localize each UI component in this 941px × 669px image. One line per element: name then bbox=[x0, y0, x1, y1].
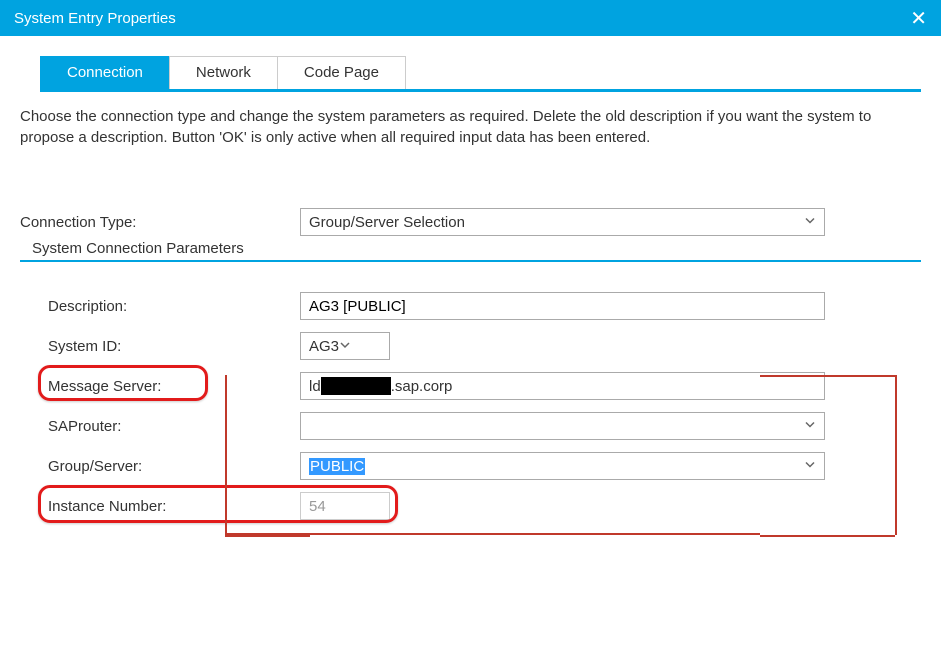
label-instance-number: Instance Number: bbox=[48, 498, 300, 515]
redacted-block bbox=[321, 377, 391, 395]
instructions-text: Choose the connection type and change th… bbox=[20, 106, 921, 148]
connection-type-dropdown[interactable]: Group/Server Selection bbox=[300, 208, 825, 236]
chevron-down-icon bbox=[804, 458, 816, 475]
form-area: Connection Type: Group/Server Selection … bbox=[20, 208, 921, 520]
row-system-id: System ID: AG3 bbox=[48, 332, 901, 360]
bracket-annotation bbox=[225, 535, 310, 537]
label-group-server: Group/Server: bbox=[48, 458, 300, 475]
tab-connection[interactable]: Connection bbox=[40, 56, 170, 89]
row-description: Description: bbox=[48, 292, 901, 320]
saprouter-dropdown[interactable] bbox=[300, 412, 825, 440]
system-id-value: AG3 bbox=[309, 338, 339, 355]
description-input[interactable] bbox=[300, 292, 825, 320]
instance-number-input bbox=[300, 492, 390, 520]
tab-network[interactable]: Network bbox=[169, 56, 278, 89]
tab-codepage[interactable]: Code Page bbox=[277, 56, 406, 89]
label-connection-type: Connection Type: bbox=[20, 214, 300, 231]
chevron-down-icon bbox=[804, 214, 816, 231]
content-area: Connection Network Code Page Choose the … bbox=[0, 36, 941, 520]
row-saprouter: SAProuter: bbox=[48, 412, 901, 440]
connection-type-value: Group/Server Selection bbox=[309, 214, 465, 231]
tab-strip: Connection Network Code Page bbox=[40, 56, 921, 92]
message-server-prefix: ld bbox=[309, 378, 321, 395]
system-connection-parameters-group: Description: System ID: AG3 Message Serv… bbox=[20, 260, 921, 520]
window-title: System Entry Properties bbox=[14, 10, 176, 27]
groupbox-title: System Connection Parameters bbox=[28, 238, 248, 259]
message-server-input[interactable]: ld .sap.corp bbox=[300, 372, 825, 400]
group-server-value: PUBLIC bbox=[309, 458, 365, 475]
label-saprouter: SAProuter: bbox=[48, 418, 300, 435]
chevron-down-icon bbox=[804, 418, 816, 435]
close-icon[interactable]: ✕ bbox=[910, 6, 927, 31]
row-instance-number: Instance Number: bbox=[48, 492, 901, 520]
bracket-annotation bbox=[760, 535, 895, 537]
label-system-id: System ID: bbox=[48, 338, 300, 355]
row-connection-type: Connection Type: Group/Server Selection bbox=[20, 208, 921, 236]
message-server-suffix: .sap.corp bbox=[391, 378, 453, 395]
label-message-server: Message Server: bbox=[48, 378, 300, 395]
group-server-dropdown[interactable]: PUBLIC bbox=[300, 452, 825, 480]
row-group-server: Group/Server: PUBLIC bbox=[48, 452, 901, 480]
chevron-down-icon bbox=[339, 338, 351, 355]
row-message-server: Message Server: ld .sap.corp bbox=[48, 372, 901, 400]
system-id-dropdown[interactable]: AG3 bbox=[300, 332, 390, 360]
label-description: Description: bbox=[48, 298, 300, 315]
title-bar: System Entry Properties ✕ bbox=[0, 0, 941, 36]
